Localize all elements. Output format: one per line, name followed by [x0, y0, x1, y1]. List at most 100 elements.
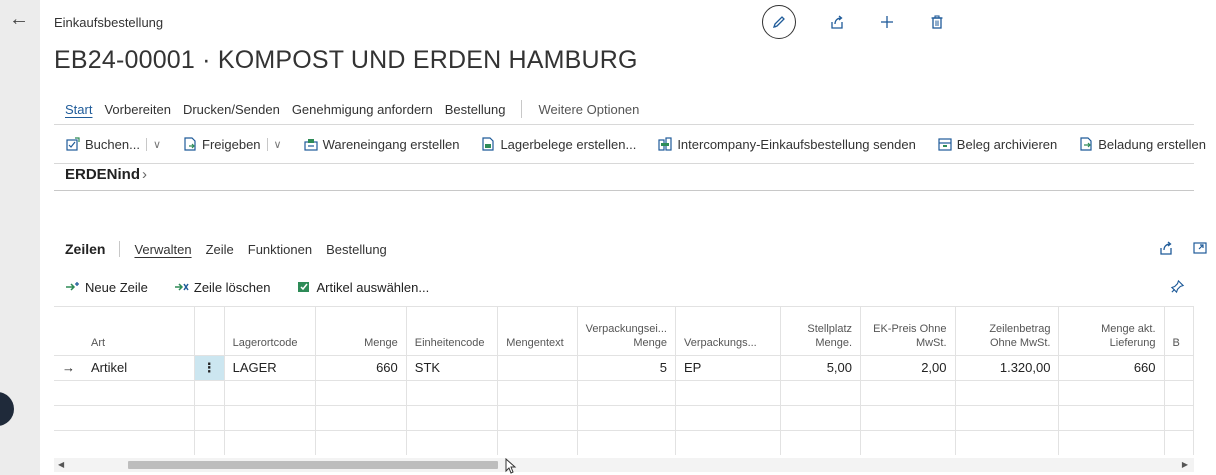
- cell-b[interactable]: [1164, 354, 1194, 380]
- empty-cell[interactable]: [1164, 404, 1194, 430]
- table-row[interactable]: [54, 379, 1194, 405]
- expand-icon[interactable]: [1192, 240, 1208, 256]
- back-arrow-icon[interactable]: ←: [6, 6, 32, 32]
- select-items-button[interactable]: Artikel auswählen...: [296, 280, 429, 295]
- empty-cell[interactable]: [83, 429, 195, 455]
- tab-start[interactable]: Start: [65, 102, 92, 117]
- empty-cell[interactable]: [780, 404, 862, 430]
- column-header-verpackungseinheit[interactable]: Verpackungsei... Menge: [577, 307, 676, 355]
- empty-cell[interactable]: [406, 379, 499, 405]
- column-header-einheitencode[interactable]: Einheitencode: [406, 307, 499, 355]
- empty-cell[interactable]: [675, 379, 782, 405]
- create-warehouse-docs-button[interactable]: Lagerbelege erstellen...: [481, 137, 636, 152]
- cell-einheitencode[interactable]: STK: [406, 354, 499, 380]
- chevron-down-icon[interactable]: ∨: [266, 137, 282, 151]
- column-header-zeilenbetrag[interactable]: Zeilenbetrag Ohne MwSt.: [955, 307, 1060, 355]
- factbox-link[interactable]: ERDENind ›: [65, 166, 147, 183]
- table-row[interactable]: → Artikel ⋮ LAGER 660 STK 5 EP 5,00 2,00…: [54, 354, 1194, 380]
- empty-cell[interactable]: [83, 379, 195, 405]
- edit-pencil-icon[interactable]: [762, 5, 796, 39]
- empty-cell[interactable]: [860, 429, 956, 455]
- cell-menge-akt-lieferung[interactable]: 660: [1058, 354, 1165, 380]
- column-header-ekpreis[interactable]: EK-Preis Ohne MwSt.: [860, 307, 956, 355]
- delete-line-button[interactable]: Zeile löschen: [174, 280, 270, 295]
- cell-lagerortcode[interactable]: LAGER: [224, 354, 316, 380]
- share-icon[interactable]: [828, 13, 846, 31]
- column-header-b[interactable]: B: [1164, 307, 1194, 355]
- empty-cell[interactable]: [224, 429, 316, 455]
- empty-cell[interactable]: [955, 404, 1060, 430]
- tab-vorbereiten[interactable]: Vorbereiten: [104, 102, 171, 117]
- empty-cell[interactable]: [675, 404, 782, 430]
- column-header-menge[interactable]: Menge: [315, 307, 407, 355]
- empty-cell[interactable]: [315, 379, 407, 405]
- empty-cell[interactable]: [1058, 404, 1165, 430]
- trash-icon[interactable]: [928, 13, 946, 31]
- table-row[interactable]: [54, 429, 1194, 455]
- tab-funktionen[interactable]: Funktionen: [248, 242, 312, 257]
- column-header-art[interactable]: Art: [83, 307, 195, 355]
- scroll-left-icon[interactable]: ◀: [58, 460, 64, 469]
- table-row[interactable]: [54, 404, 1194, 430]
- cell-verpackungsart[interactable]: EP: [675, 354, 782, 380]
- empty-cell[interactable]: [860, 379, 956, 405]
- empty-cell[interactable]: [780, 429, 862, 455]
- empty-cell[interactable]: [497, 379, 578, 405]
- create-loading-button[interactable]: Beladung erstellen: [1079, 137, 1206, 152]
- column-header-lagerortcode[interactable]: Lagerortcode: [224, 307, 316, 355]
- cell-menge[interactable]: 660: [315, 354, 407, 380]
- cell-art[interactable]: Artikel: [83, 354, 195, 380]
- empty-cell[interactable]: [577, 404, 676, 430]
- column-header-stellplatz[interactable]: Stellplatz Menge.: [780, 307, 862, 355]
- empty-cell[interactable]: [224, 379, 316, 405]
- empty-cell[interactable]: [83, 404, 195, 430]
- empty-cell[interactable]: [1164, 429, 1194, 455]
- cell-mengentext[interactable]: [497, 354, 578, 380]
- tab-bestellung[interactable]: Bestellung: [445, 102, 506, 117]
- empty-cell[interactable]: [860, 404, 956, 430]
- empty-cell[interactable]: [780, 379, 862, 405]
- empty-cell[interactable]: [224, 404, 316, 430]
- cell-verpackungseinheit[interactable]: 5: [577, 354, 676, 380]
- share-icon[interactable]: [1158, 240, 1174, 256]
- empty-cell[interactable]: [315, 429, 407, 455]
- empty-cell[interactable]: [675, 429, 782, 455]
- archive-document-button[interactable]: Beleg archivieren: [938, 137, 1057, 152]
- cell-stellplatz[interactable]: 5,00: [780, 354, 862, 380]
- chevron-down-icon[interactable]: ∨: [145, 137, 161, 151]
- empty-cell[interactable]: [955, 379, 1060, 405]
- empty-cell[interactable]: [955, 429, 1060, 455]
- tab-verwalten[interactable]: Verwalten: [134, 242, 191, 257]
- column-header-mengentext[interactable]: Mengentext: [497, 307, 578, 355]
- new-line-button[interactable]: Neue Zeile: [65, 280, 148, 295]
- empty-cell[interactable]: [406, 404, 499, 430]
- empty-cell[interactable]: [577, 379, 676, 405]
- more-options-button[interactable]: Weitere Optionen: [538, 102, 639, 117]
- tab-zeile[interactable]: Zeile: [206, 242, 234, 257]
- row-menu-icon[interactable]: ⋮: [194, 354, 225, 380]
- release-button[interactable]: Freigeben ∨: [183, 137, 282, 152]
- empty-cell[interactable]: [577, 429, 676, 455]
- empty-cell[interactable]: [406, 429, 499, 455]
- scroll-right-icon[interactable]: ▶: [1182, 460, 1188, 469]
- plus-icon[interactable]: [878, 13, 896, 31]
- send-intercompany-button[interactable]: Intercompany-Einkaufsbestellung senden: [658, 137, 916, 152]
- empty-cell[interactable]: [1058, 379, 1165, 405]
- pin-icon[interactable]: [1170, 279, 1185, 294]
- tab-genehmigung[interactable]: Genehmigung anfordern: [292, 102, 433, 117]
- tab-bestellung-lines[interactable]: Bestellung: [326, 242, 387, 257]
- create-receipt-button[interactable]: Wareneingang erstellen: [304, 137, 459, 152]
- empty-cell[interactable]: [497, 404, 578, 430]
- cell-zeilenbetrag[interactable]: 1.320,00: [955, 354, 1060, 380]
- empty-cell[interactable]: [497, 429, 578, 455]
- empty-cell[interactable]: [1164, 379, 1194, 405]
- scrollbar-thumb[interactable]: [128, 461, 498, 469]
- post-button[interactable]: Buchen... ∨: [66, 137, 161, 152]
- horizontal-scrollbar[interactable]: ◀ ▶: [54, 458, 1194, 472]
- column-header-menge-akt-lieferung[interactable]: Menge akt. Lieferung: [1058, 307, 1165, 355]
- empty-cell[interactable]: [315, 404, 407, 430]
- column-header-verpackungsart[interactable]: Verpackungs...: [675, 307, 782, 355]
- empty-cell[interactable]: [1058, 429, 1165, 455]
- tab-drucken-senden[interactable]: Drucken/Senden: [183, 102, 280, 117]
- cell-ekpreis[interactable]: 2,00: [860, 354, 956, 380]
